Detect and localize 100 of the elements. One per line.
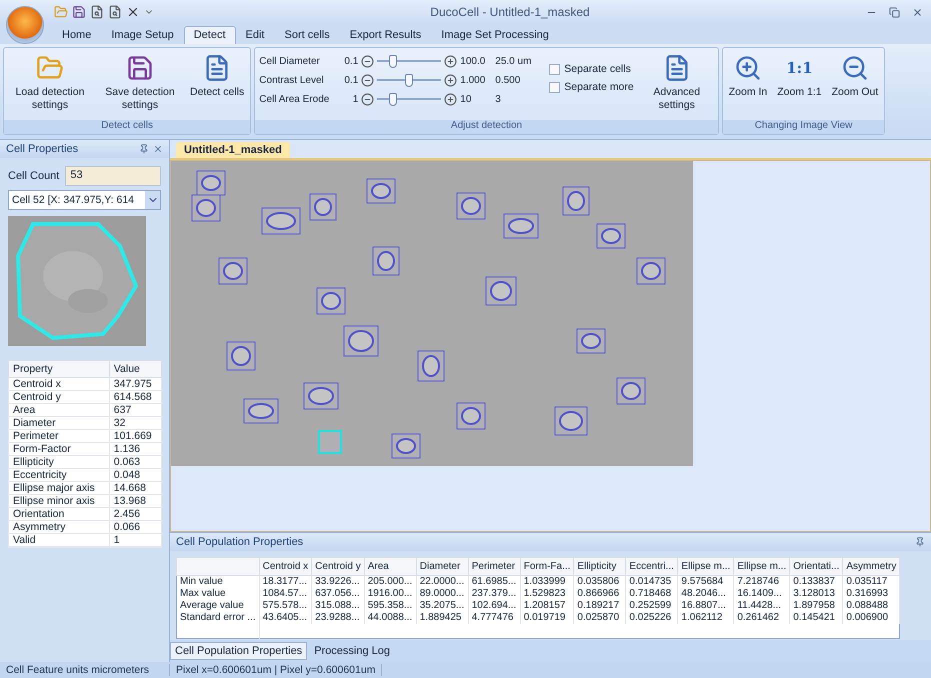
slider-max: 10 [460,94,472,105]
table-cell: 637.056... [312,588,364,600]
status-text: Cell Feature units micrometers [0,664,170,676]
increase-icon[interactable] [444,74,458,87]
column-header: Eccentri... [626,558,678,576]
panel-tab[interactable]: Processing Log [309,642,396,660]
checkbox-label: Separate cells [564,63,631,75]
table-cell: 13.968 [109,494,162,508]
table-cell: Ellipse major axis [8,482,110,494]
table-cell: Eccentricity [8,468,110,482]
ribbon-tab[interactable]: Image Set Processing [431,26,559,44]
table-cell: 0.088488 [842,600,900,612]
close-icon[interactable] [912,6,923,18]
slider-thumb[interactable] [405,74,414,87]
status-text: Pixel x=0.600601um | Pixel y=0.600601um [170,664,382,676]
preview-icon[interactable] [90,5,104,19]
ribbon-button[interactable]: 1:1 Zoom 1:1 [775,52,824,99]
slider-min: 0.1 [343,56,358,67]
slider-value: 25.0 um [495,56,532,67]
table-cell: 2.456 [109,508,162,520]
ribbon-button[interactable]: Detect cells [188,52,246,99]
ribbon-button[interactable]: Save detection settings [98,52,182,112]
column-header: Ellipse m... [678,558,734,576]
table-cell: 44.0088... [364,612,416,624]
table-cell: 0.261462 [734,612,790,624]
pin-icon[interactable] [139,144,149,154]
table-cell: 1916.00... [364,588,416,600]
table-cell: 101.669 [109,430,162,442]
column-header: Area [364,558,416,576]
ribbon-tab[interactable]: Sort cells [274,26,340,44]
ribbon-tab[interactable]: Image Setup [101,26,184,44]
increase-icon[interactable] [444,93,458,106]
increase-icon[interactable] [444,55,458,68]
table-cell: 1.889425 [416,612,468,624]
table-cell: 32 [109,416,162,430]
table-cell: 0.025870 [574,612,626,624]
cell-count-field[interactable]: 53 [65,166,161,186]
table-cell: Form-Factor [8,442,110,456]
table-cell: 0.189217 [574,600,626,612]
column-header: Centroid x [259,558,312,576]
checkbox[interactable] [549,82,560,92]
decrease-icon[interactable] [361,55,374,68]
table-cell: Average value [176,600,260,612]
table-cell: 14.668 [109,482,162,494]
slider-thumb[interactable] [389,93,398,106]
table-cell: 1 [109,534,162,546]
table-cell: 315.088... [312,600,364,612]
table-cell: 9.575684 [678,576,734,588]
ribbon-tab[interactable]: Export Results [340,26,432,44]
close-icon[interactable] [126,5,140,19]
panel-title: Cell Population Properties [176,536,304,548]
restore-icon[interactable] [889,6,900,18]
ribbon-button[interactable]: Load detection settings [8,52,92,112]
decrease-icon[interactable] [361,93,374,106]
decrease-icon[interactable] [361,74,374,87]
application-menu-button[interactable] [6,6,44,44]
table-cell: 16.1409... [734,588,790,600]
table-cell: 11.4428... [734,600,790,612]
save-icon[interactable] [72,5,86,19]
table-cell: 1.062112 [678,612,734,624]
table-cell: 1.529823 [520,588,574,600]
table-cell: 0.019719 [520,612,574,624]
table-cell: Area [8,404,110,416]
table-cell: 575.578... [259,600,312,612]
slider-min: 0.1 [343,75,358,86]
pin-icon[interactable] [915,537,925,547]
ribbon-button[interactable]: Zoom In [726,52,770,99]
document-tab[interactable]: Untitled-1_masked [176,142,290,158]
window-title: DucoCell - Untitled-1_masked [429,5,591,19]
checkbox[interactable] [549,64,560,74]
slider-label: Contrast Level [259,75,325,86]
panel-tab[interactable]: Cell Population Properties [170,642,308,660]
table-cell: 0.025226 [626,612,678,624]
table-cell: 637 [109,404,162,416]
table-cell: 61.6985... [468,576,520,588]
table-cell: 1084.57... [259,588,312,600]
ribbon-tab[interactable]: Home [52,26,102,44]
save-icon [126,54,154,82]
close-icon[interactable] [153,144,163,154]
cell-dropdown[interactable]: Cell 52 [X: 347.975,Y: 614 [8,190,161,210]
ribbon-tab[interactable]: Edit [236,26,274,44]
slider-thumb[interactable] [389,55,398,68]
column-header: Centroid y [312,558,364,576]
table-cell: Diameter [8,416,110,430]
ribbon-button[interactable]: Zoom Out [830,52,880,99]
ribbon-button[interactable]: Advanced settings [640,52,714,112]
column-header: Ellipse m... [734,558,790,576]
table-cell: 3.128013 [790,588,843,600]
column-header: Ellipticity [574,558,626,576]
column-header: Orientati... [790,558,843,576]
table-cell: Centroid x [8,378,110,390]
table-cell: Max value [176,588,260,600]
ribbon-tab[interactable]: Detect [184,26,236,44]
table-cell: 48.2046... [678,588,734,600]
preview-icon[interactable] [108,5,122,19]
column-header: Diameter [416,558,468,576]
table-cell: Orientation [8,508,110,520]
table-cell: 347.975 [109,378,162,390]
table-cell: 0.006900 [842,612,900,624]
table-cell: 43.6405... [259,612,312,624]
